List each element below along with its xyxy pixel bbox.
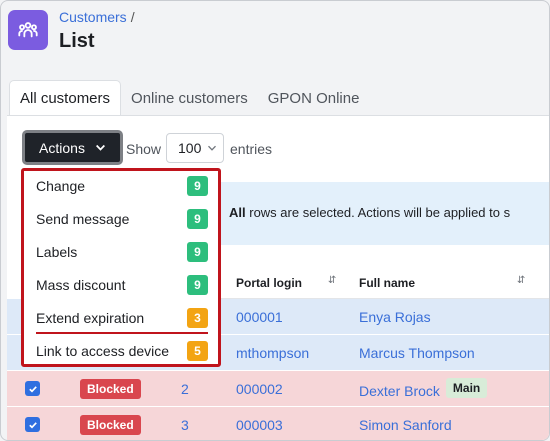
main-badge: Main <box>445 378 488 398</box>
count-badge: 9 <box>187 176 208 196</box>
menu-item-label: Link to access device <box>36 343 170 359</box>
entries-label: entries <box>230 141 273 157</box>
page-title: List <box>59 30 95 52</box>
table-row[interactable]: Blocked 2 000002 Dexter Brock Main <box>7 371 549 407</box>
full-name-link[interactable]: Marcus Thompson <box>359 345 475 361</box>
menu-item-change[interactable]: Change 9 <box>24 171 218 204</box>
breadcrumb-customers-link[interactable]: Customers <box>59 9 127 25</box>
customers-group-icon <box>8 10 48 50</box>
actions-dropdown-button[interactable]: Actions <box>22 130 123 165</box>
count-badge: 9 <box>187 209 208 229</box>
customer-id-link[interactable]: 2 <box>181 381 189 397</box>
column-header-full-name[interactable]: Full name <box>359 276 415 290</box>
count-badge: 9 <box>187 242 208 262</box>
sort-icon[interactable]: ⇵ <box>328 275 336 286</box>
tab-bar: All customers Online customers GPON Onli… <box>9 80 369 116</box>
column-header-portal-login[interactable]: Portal login <box>236 276 302 290</box>
portal-login-link[interactable]: 000003 <box>236 417 283 433</box>
menu-item-labels[interactable]: Labels 9 <box>24 237 218 270</box>
count-badge: 5 <box>187 341 208 361</box>
entries-value: 100 <box>178 140 202 156</box>
highlight-underline <box>36 332 208 334</box>
checkmark-icon <box>28 385 37 393</box>
breadcrumb: Customers / <box>59 9 135 25</box>
full-name-cell: Dexter Brock Main <box>359 378 488 399</box>
menu-item-label: Labels <box>36 244 78 260</box>
sort-icon[interactable]: ⇵ <box>517 275 525 286</box>
app-window: Customers / List All customers Online cus… <box>0 0 550 441</box>
actions-dropdown-menu: Change 9 Send message 9 Labels 9 Mass di… <box>21 168 221 367</box>
selection-info-text: rows are selected. Actions will be appli… <box>245 205 511 220</box>
table-row[interactable]: Blocked 3 000003 Simon Sanford <box>7 407 549 440</box>
actions-button-label: Actions <box>39 139 85 156</box>
chevron-down-icon <box>95 144 105 151</box>
full-name-link[interactable]: Dexter Brock <box>359 383 440 399</box>
chevron-down-icon <box>208 145 217 151</box>
tab-online-customers[interactable]: Online customers <box>121 80 258 116</box>
row-checkbox[interactable] <box>25 417 40 432</box>
table-header: Portal login ⇵ Full name ⇵ <box>221 263 549 299</box>
menu-item-label: Mass discount <box>36 277 126 293</box>
menu-item-label: Extend expiration <box>36 310 145 326</box>
menu-item-mass-discount[interactable]: Mass discount 9 <box>24 270 218 303</box>
count-badge: 3 <box>187 308 208 328</box>
status-badge: Blocked <box>80 379 141 399</box>
entries-per-page-select[interactable]: 100 <box>166 133 224 163</box>
menu-item-label: Send message <box>36 211 130 227</box>
menu-item-label: Change <box>36 178 86 194</box>
show-label: Show <box>126 141 162 157</box>
portal-login-link[interactable]: 000001 <box>236 309 283 325</box>
row-checkbox[interactable] <box>25 381 40 396</box>
full-name-link[interactable]: Enya Rojas <box>359 309 431 325</box>
checkmark-icon <box>28 421 37 429</box>
breadcrumb-separator: / <box>130 9 135 25</box>
portal-login-link[interactable]: 000002 <box>236 381 283 397</box>
selection-info-bar: All rows are selected. Actions will be a… <box>221 182 549 245</box>
full-name-link[interactable]: Simon Sanford <box>359 417 452 433</box>
selection-info-strong: All <box>229 205 246 220</box>
menu-item-send-message[interactable]: Send message 9 <box>24 204 218 237</box>
count-badge: 9 <box>187 275 208 295</box>
tab-all-customers[interactable]: All customers <box>9 80 122 116</box>
menu-item-extend-expiration[interactable]: Extend expiration 3 <box>24 303 218 336</box>
menu-item-link-to-access-device[interactable]: Link to access device 5 <box>24 336 218 369</box>
tab-gpon-online[interactable]: GPON Online <box>258 80 370 116</box>
status-badge: Blocked <box>80 415 141 435</box>
portal-login-link[interactable]: mthompson <box>236 345 309 361</box>
customer-id-link[interactable]: 3 <box>181 417 189 433</box>
